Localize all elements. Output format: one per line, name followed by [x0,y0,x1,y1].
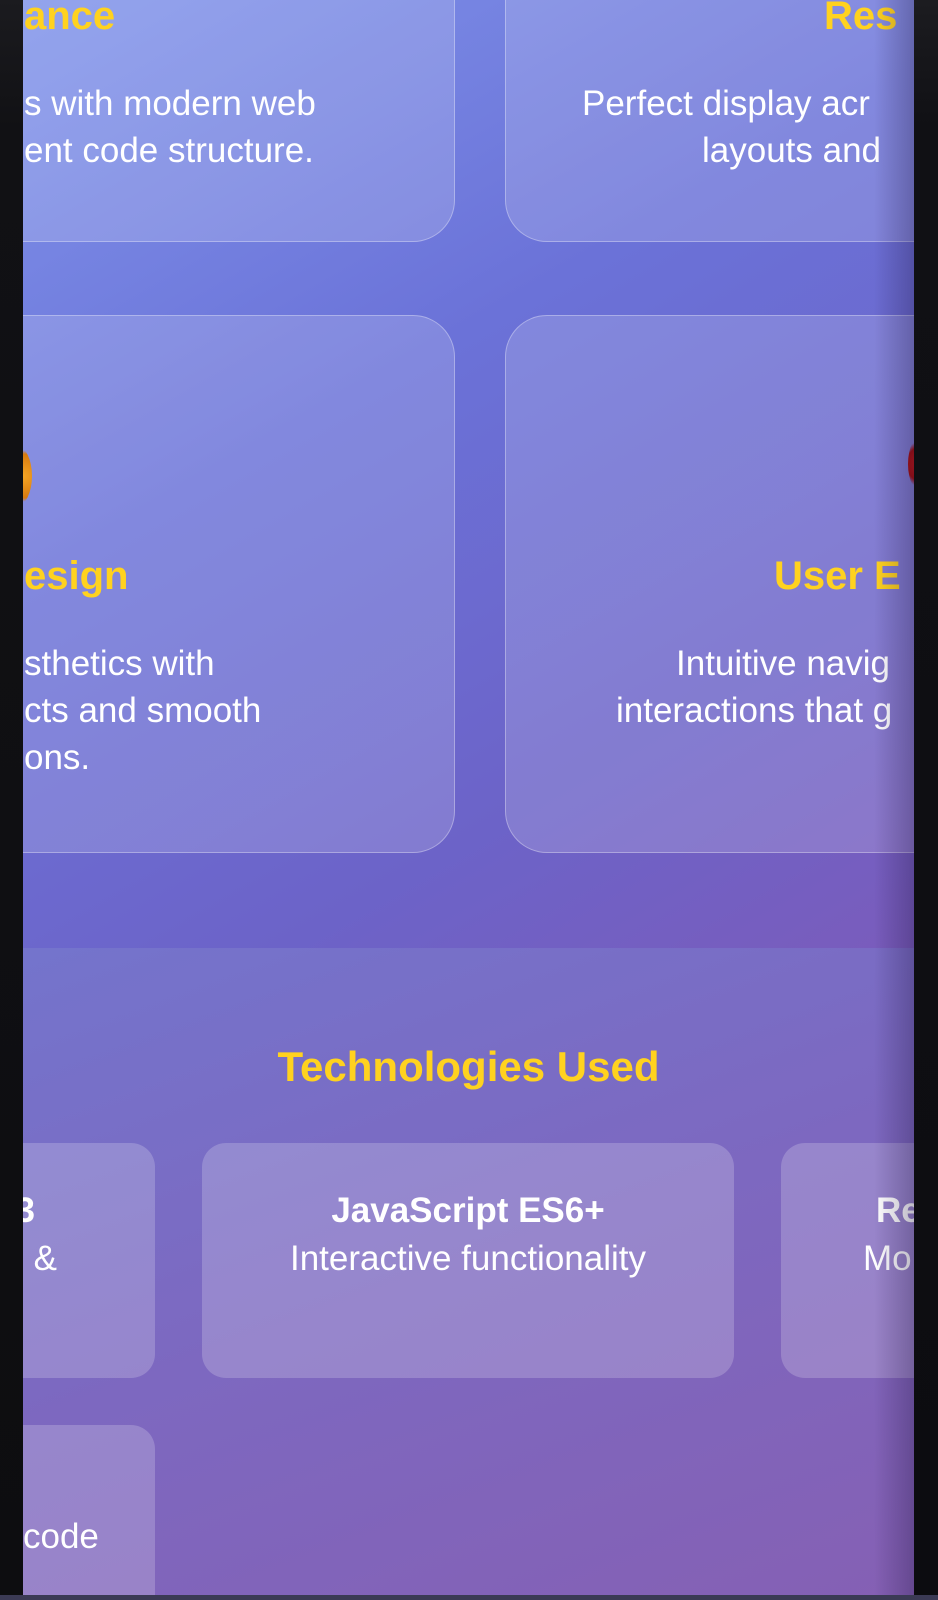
page-viewport[interactable]: ance s with modern web ent code structur… [23,0,914,1595]
tech-card-clean-code: code [23,1425,155,1595]
tech-card-desc: code [23,1517,99,1556]
feature-card-responsive: Res Perfect display acr layouts and [505,0,914,242]
feature-card-desc-line: Intuitive navig [676,644,891,683]
feature-card-desc-line: Perfect display acr [582,84,870,123]
technologies-section: Technologies Used 3 & JavaScript ES6+ In… [23,948,914,1595]
right-screen-edge [914,0,938,1600]
feature-card-desc-line: ons. [24,738,91,777]
feature-card-desc-line: s with modern web [24,84,316,123]
feature-card-user-experience: User E Intuitive navig interactions that… [505,315,914,853]
tech-card-desc: Interactive functionality [289,1239,646,1278]
tech-card-desc: Mo [863,1239,912,1278]
tech-card-javascript: JavaScript ES6+ Interactive functionalit… [202,1143,734,1378]
feature-card-desc-line: interactions that g [616,691,893,730]
feature-card-desc-line: sthetics with [24,644,215,683]
feature-card-title: esign [24,554,129,598]
feature-card-title: ance [24,0,116,38]
feature-card-desc-line: cts and smooth [24,691,262,730]
tech-card-name: 3 [23,1191,35,1230]
feature-card-title: Res [824,0,898,38]
technologies-heading: Technologies Used [277,1043,660,1090]
features-section: ance s with modern web ent code structur… [23,0,914,948]
feature-card-performance: ance s with modern web ent code structur… [23,0,455,242]
feature-card-desc-line: ent code structure. [24,131,314,170]
feature-emoji-icon [908,434,914,494]
bottom-edge-bar [0,1595,938,1600]
feature-card-title: User E [774,554,901,598]
feature-card-design: esign sthetics with cts and smooth ons. [23,315,455,853]
left-screen-edge [0,0,23,1600]
feature-emoji-icon [23,446,32,506]
tech-card-desc: & [33,1239,57,1278]
tech-card-css: 3 & [23,1143,155,1378]
feature-card-desc-line: layouts and [702,131,882,170]
tech-card-responsive: Re Mo [781,1143,914,1378]
tech-card-name: Re [876,1191,914,1230]
tech-card-name: JavaScript ES6+ [331,1191,605,1230]
